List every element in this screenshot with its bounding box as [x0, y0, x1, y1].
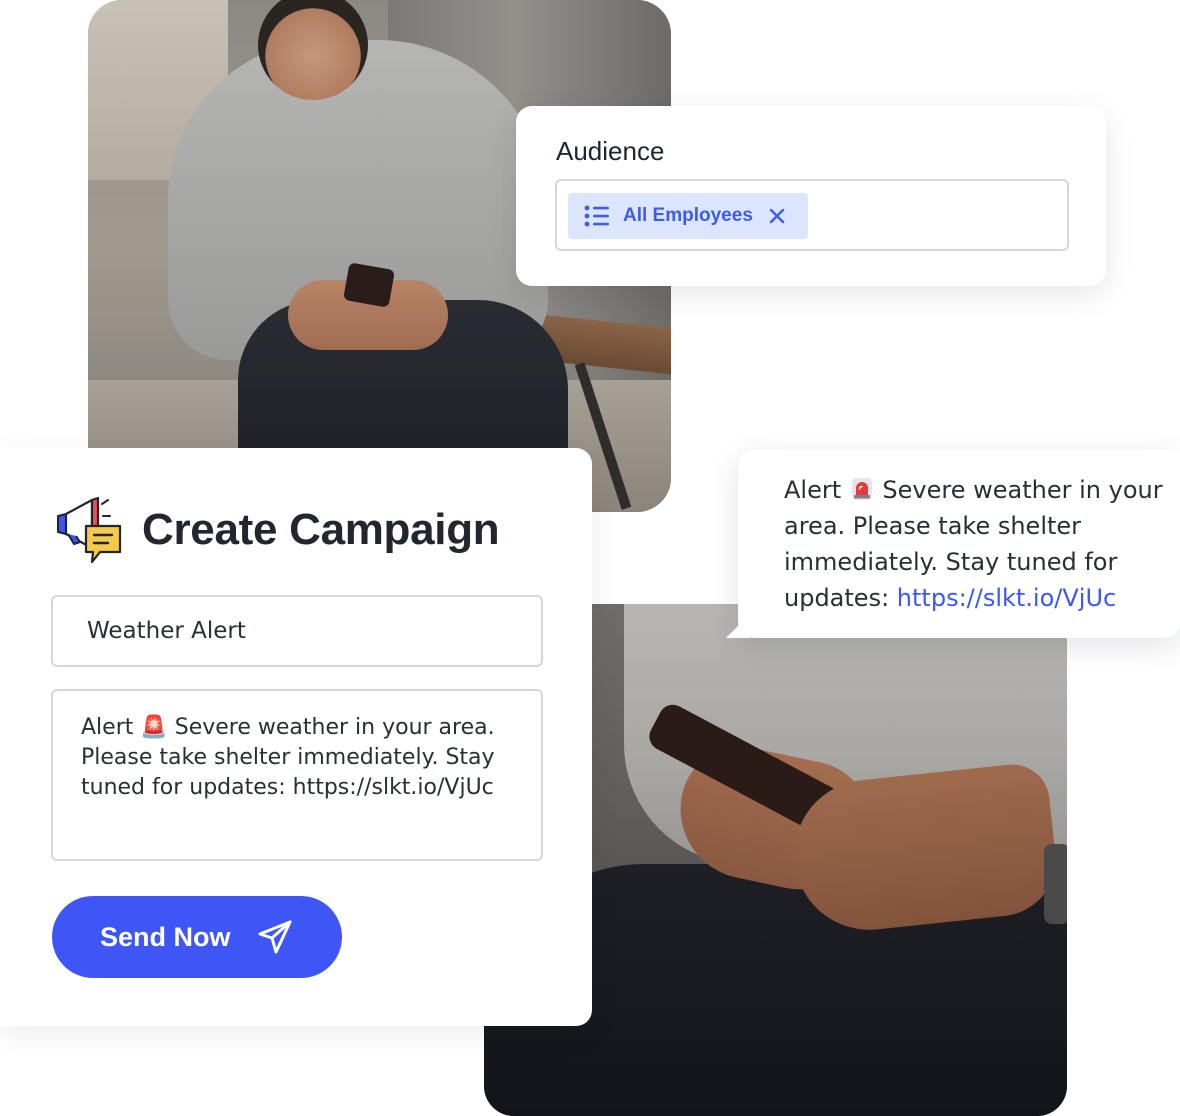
- chip-label: All Employees: [623, 205, 753, 226]
- paper-plane-icon: [258, 920, 292, 954]
- campaign-message-textarea[interactable]: Alert 🚨 Severe weather in your area. Ple…: [51, 689, 543, 861]
- campaign-header: Create Campaign: [52, 494, 500, 566]
- create-campaign-card: Create Campaign Alert 🚨 Severe weather i…: [0, 448, 592, 1026]
- close-icon[interactable]: [768, 207, 786, 225]
- sms-preview-bubble: Alert Severe weather in your area. Pleas…: [726, 450, 1180, 638]
- audience-title: Audience: [556, 136, 665, 166]
- sms-preview-text: Alert Severe weather in your area. Pleas…: [784, 472, 1164, 616]
- send-now-button[interactable]: Send Now: [52, 896, 342, 978]
- send-now-label: Send Now: [100, 921, 231, 952]
- campaign-title: Create Campaign: [142, 505, 500, 554]
- list-icon: [584, 205, 609, 227]
- sms-prefix: Alert: [784, 476, 842, 504]
- siren-icon: [851, 478, 872, 500]
- audience-selector[interactable]: All Employees: [555, 179, 1069, 251]
- campaign-name-input[interactable]: [51, 595, 543, 667]
- audience-chip-all-employees[interactable]: All Employees: [568, 193, 808, 239]
- megaphone-chat-icon: [57, 496, 122, 564]
- sms-link[interactable]: https://slkt.io/VjUc: [897, 584, 1116, 612]
- audience-card: Audience All Employees: [516, 106, 1106, 286]
